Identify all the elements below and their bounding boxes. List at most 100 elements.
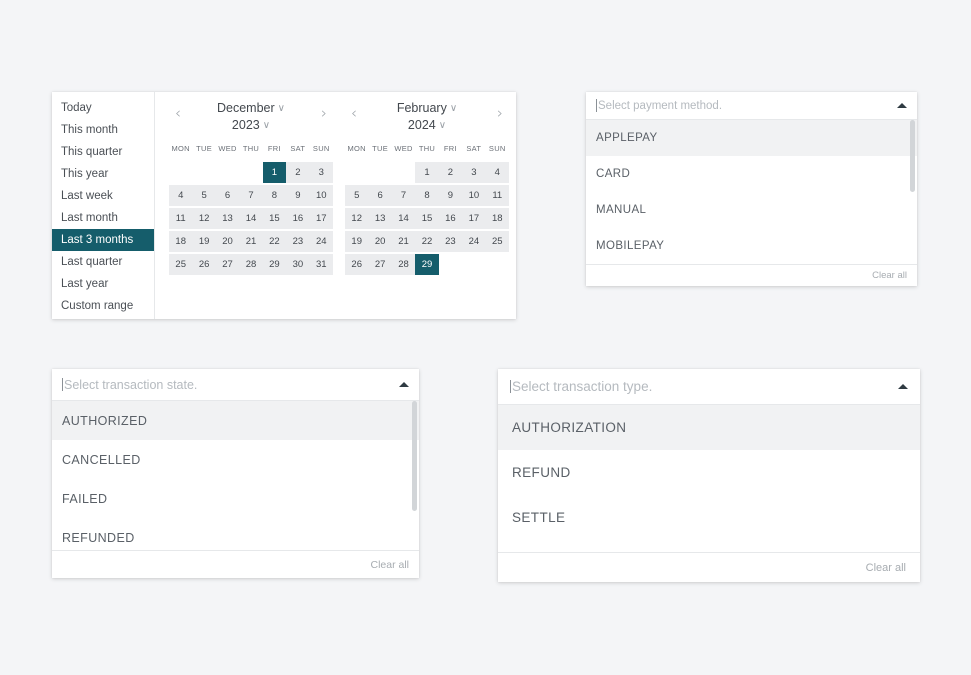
caret-up-icon[interactable] xyxy=(399,382,409,387)
scrollbar-track[interactable] xyxy=(910,120,916,264)
calendar-day[interactable]: 27 xyxy=(368,254,392,275)
calendar-day[interactable]: 19 xyxy=(345,231,369,252)
chevron-down-icon[interactable]: ∨ xyxy=(278,100,285,117)
calendar-day[interactable]: 22 xyxy=(415,231,439,252)
calendar-day[interactable]: 23 xyxy=(438,231,463,252)
calendar-day[interactable]: 22 xyxy=(262,231,287,252)
next-month-icon[interactable]: › xyxy=(491,102,509,124)
calendar-day[interactable]: 10 xyxy=(309,185,333,206)
date-preset-item[interactable]: Last year xyxy=(52,273,154,295)
clear-all-button[interactable]: Clear all xyxy=(370,559,409,571)
dropdown-option[interactable]: SETTLE xyxy=(498,495,920,540)
payment-method-input-row[interactable]: Select payment method. xyxy=(586,92,917,120)
calendar-day[interactable]: 23 xyxy=(286,231,310,252)
calendar-day[interactable]: 5 xyxy=(192,185,216,206)
calendar-day[interactable]: 18 xyxy=(169,231,193,252)
dropdown-option[interactable]: AUTHORIZED xyxy=(52,401,419,440)
transaction-type-input-row[interactable]: Select transaction type. xyxy=(498,369,920,405)
calendar-day[interactable]: 24 xyxy=(309,231,333,252)
dropdown-option[interactable]: REFUND xyxy=(498,450,920,495)
prev-month-icon[interactable]: ‹ xyxy=(345,102,363,124)
date-preset-item[interactable]: This year xyxy=(52,163,154,185)
calendar-day[interactable]: 14 xyxy=(391,208,416,229)
calendar-day[interactable]: 8 xyxy=(415,185,439,206)
calendar-day[interactable]: 3 xyxy=(462,162,486,183)
calendar-day[interactable]: 6 xyxy=(368,185,392,206)
calendar-day[interactable]: 7 xyxy=(239,185,263,206)
payment-method-multiselect[interactable]: Select payment method. APPLEPAY CARD MANUA… xyxy=(586,92,917,286)
caret-up-icon[interactable] xyxy=(897,103,907,108)
calendar-day[interactable]: 17 xyxy=(462,208,486,229)
prev-month-icon[interactable]: ‹ xyxy=(169,102,187,124)
calendar-day[interactable]: 11 xyxy=(169,208,193,229)
dropdown-option[interactable]: REFUNDED xyxy=(52,518,419,550)
calendar-day[interactable]: 3 xyxy=(309,162,333,183)
calendar-day[interactable]: 26 xyxy=(192,254,216,275)
scrollbar-track[interactable] xyxy=(412,401,418,550)
calendar-day[interactable]: 20 xyxy=(215,231,240,252)
dropdown-option[interactable]: CARD xyxy=(586,156,917,192)
calendar-day[interactable]: 12 xyxy=(345,208,369,229)
calendar-day[interactable]: 11 xyxy=(485,185,509,206)
chevron-down-icon[interactable]: ∨ xyxy=(439,117,446,134)
calendar-day[interactable]: 21 xyxy=(391,231,416,252)
date-preset-item[interactable]: Last 3 months xyxy=(52,229,154,251)
calendar-day[interactable]: 9 xyxy=(438,185,463,206)
calendar-day[interactable]: 17 xyxy=(309,208,333,229)
calendar-day[interactable]: 14 xyxy=(239,208,263,229)
calendar-day[interactable]: 15 xyxy=(415,208,439,229)
month-selector[interactable]: December ∨ xyxy=(187,100,315,117)
calendar-day[interactable]: 28 xyxy=(239,254,263,275)
calendar-day[interactable]: 15 xyxy=(262,208,287,229)
calendar-day[interactable]: 20 xyxy=(368,231,392,252)
dropdown-option[interactable]: MOBILEPAY xyxy=(586,228,917,264)
month-selector[interactable]: February ∨ xyxy=(363,100,491,117)
calendar-day[interactable]: 6 xyxy=(215,185,240,206)
calendar-day[interactable]: 5 xyxy=(345,185,369,206)
date-preset-item[interactable]: This quarter xyxy=(52,141,154,163)
calendar-day[interactable]: 10 xyxy=(462,185,486,206)
calendar-day[interactable]: 13 xyxy=(215,208,240,229)
calendar-day[interactable]: 26 xyxy=(345,254,369,275)
calendar-day[interactable]: 25 xyxy=(169,254,193,275)
next-month-icon[interactable]: › xyxy=(315,102,333,124)
calendar-day[interactable]: 29 xyxy=(262,254,287,275)
payment-method-option-list[interactable]: APPLEPAY CARD MANUAL MOBILEPAY xyxy=(586,120,917,264)
scrollbar-thumb[interactable] xyxy=(412,401,417,511)
calendar-day[interactable]: 16 xyxy=(438,208,463,229)
calendar-day[interactable]: 29 xyxy=(415,254,439,275)
date-preset-item[interactable]: Today xyxy=(52,97,154,119)
calendar-day[interactable]: 19 xyxy=(192,231,216,252)
calendar-day[interactable]: 2 xyxy=(286,162,310,183)
calendar-day[interactable]: 24 xyxy=(462,231,486,252)
year-selector[interactable]: 2024 ∨ xyxy=(363,117,491,134)
transaction-state-multiselect[interactable]: Select transaction state. AUTHORIZED CANC… xyxy=(52,369,419,578)
transaction-type-multiselect[interactable]: Select transaction type. AUTHORIZATION RE… xyxy=(498,369,920,582)
date-preset-item[interactable]: Last quarter xyxy=(52,251,154,273)
dropdown-option[interactable]: MANUAL xyxy=(586,192,917,228)
clear-all-button[interactable]: Clear all xyxy=(872,270,907,281)
calendar-day[interactable]: 9 xyxy=(286,185,310,206)
transaction-type-option-list[interactable]: AUTHORIZATION REFUND SETTLE xyxy=(498,405,920,552)
calendar-day[interactable]: 12 xyxy=(192,208,216,229)
dropdown-option[interactable]: AUTHORIZATION xyxy=(498,405,920,450)
calendar-day[interactable]: 16 xyxy=(286,208,310,229)
calendar-day[interactable]: 25 xyxy=(485,231,509,252)
calendar-day[interactable]: 13 xyxy=(368,208,392,229)
clear-all-button[interactable]: Clear all xyxy=(866,562,906,574)
date-preset-item[interactable]: Custom range xyxy=(52,295,154,317)
scrollbar-thumb[interactable] xyxy=(910,120,915,192)
date-preset-item[interactable]: Last week xyxy=(52,185,154,207)
dropdown-option[interactable]: APPLEPAY xyxy=(586,120,917,156)
calendar-day[interactable]: 1 xyxy=(415,162,439,183)
calendar-day[interactable]: 1 xyxy=(262,162,287,183)
calendar-day[interactable]: 7 xyxy=(391,185,416,206)
calendar-day[interactable]: 31 xyxy=(309,254,333,275)
transaction-state-input-row[interactable]: Select transaction state. xyxy=(52,369,419,401)
year-selector[interactable]: 2023 ∨ xyxy=(187,117,315,134)
transaction-state-option-list[interactable]: AUTHORIZED CANCELLED FAILED REFUNDED xyxy=(52,401,419,550)
date-preset-item[interactable]: This month xyxy=(52,119,154,141)
calendar-day[interactable]: 2 xyxy=(438,162,463,183)
calendar-day[interactable]: 21 xyxy=(239,231,263,252)
date-preset-item[interactable]: Last month xyxy=(52,207,154,229)
